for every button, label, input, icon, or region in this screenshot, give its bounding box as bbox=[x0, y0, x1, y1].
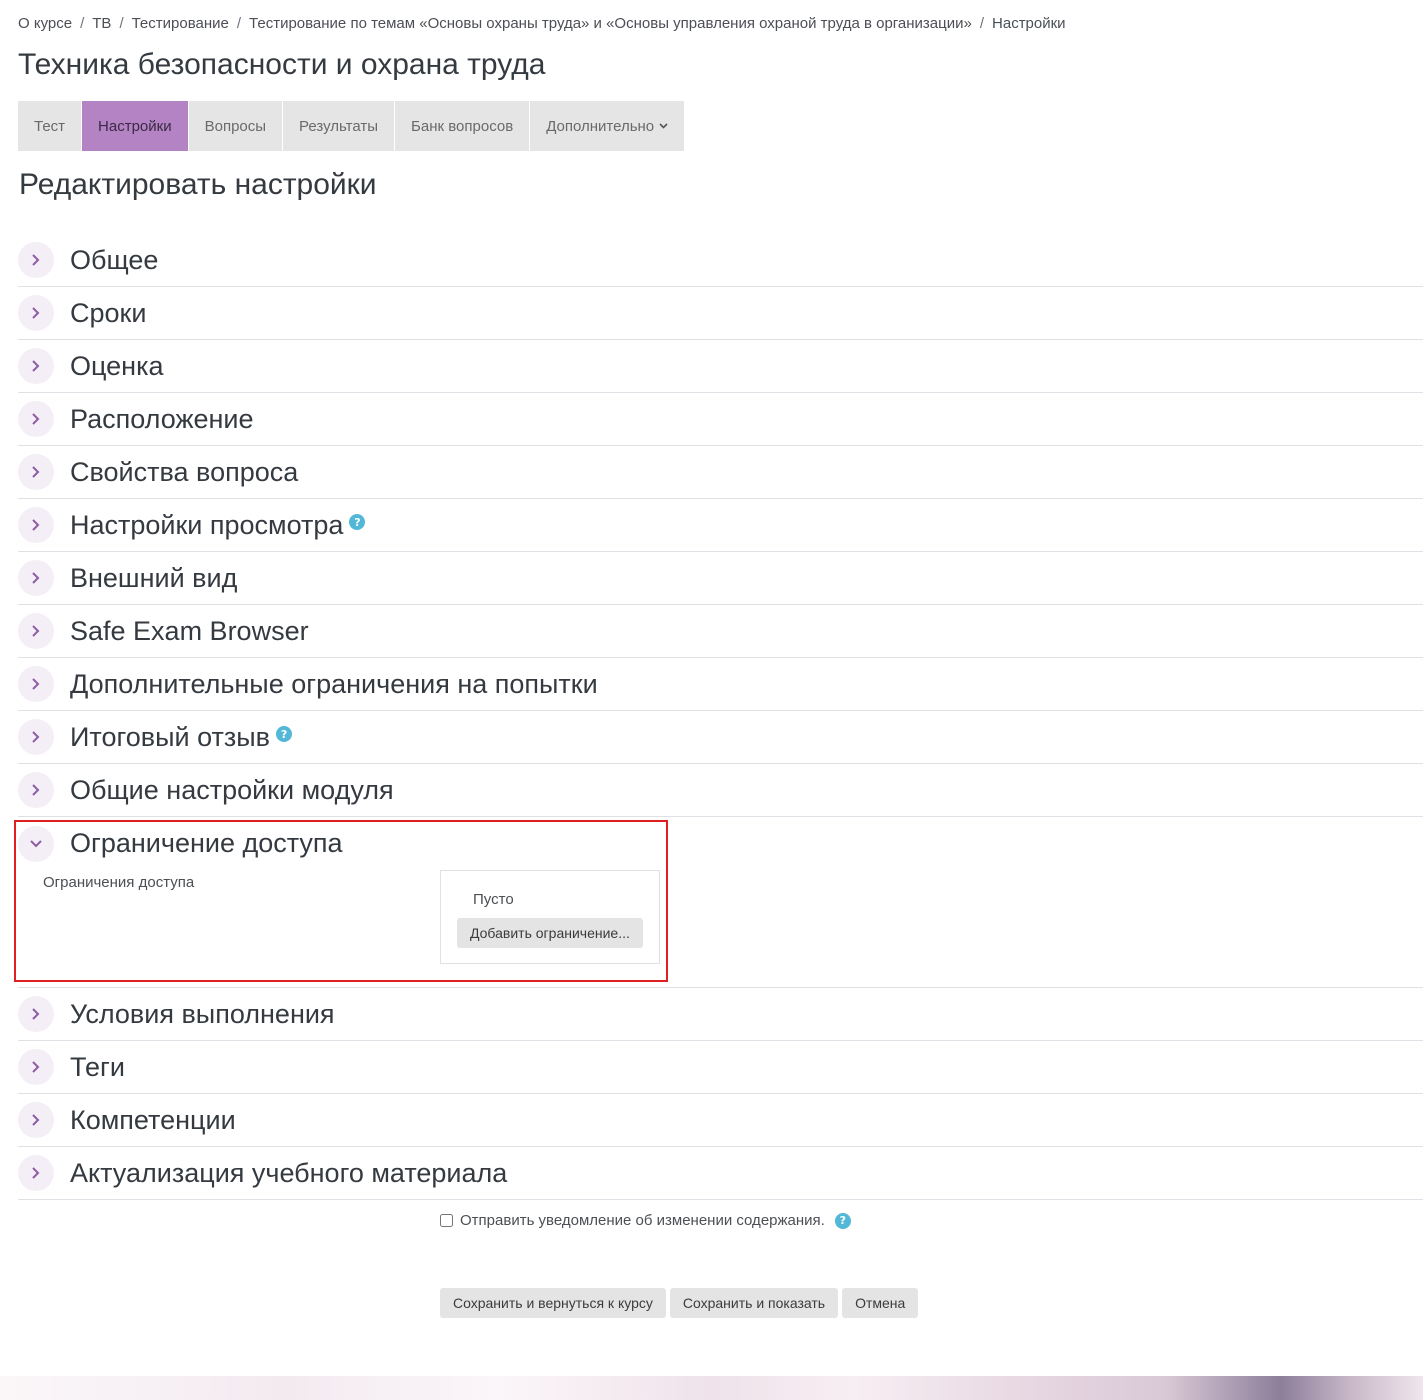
section-header[interactable]: Safe Exam Browser bbox=[18, 605, 1423, 658]
access-restrictions-label: Ограничения доступа bbox=[43, 874, 195, 891]
section-title: Общие настройки модуля bbox=[70, 774, 394, 805]
tab-questions[interactable]: Вопросы bbox=[188, 101, 284, 151]
section-access-restriction: Ограничение доступа Ограничения доступа … bbox=[18, 817, 1423, 988]
chevron-right-icon[interactable] bbox=[18, 1102, 54, 1138]
settings-sections: Общее Сроки Оценка Расположение Свойства воп… bbox=[18, 234, 1423, 1200]
section-header[interactable]: Общее bbox=[18, 234, 1423, 287]
chevron-right-icon[interactable] bbox=[18, 295, 54, 331]
breadcrumb: О курсе / ТВ / Тестирование / Тестирован… bbox=[18, 15, 1066, 32]
breadcrumb-separator: / bbox=[80, 15, 85, 32]
chevron-right-icon[interactable] bbox=[18, 401, 54, 437]
section-title: Расположение bbox=[70, 403, 254, 434]
chevron-right-icon[interactable] bbox=[18, 996, 54, 1032]
chevron-right-icon[interactable] bbox=[18, 507, 54, 543]
access-restriction-body: Ограничения доступа Пусто Добавить огран… bbox=[18, 870, 1423, 987]
tab-results[interactable]: Результаты bbox=[283, 101, 396, 151]
chevron-right-icon[interactable] bbox=[18, 242, 54, 278]
question-circle-icon[interactable]: ? bbox=[349, 514, 366, 530]
breadcrumb-current: Настройки bbox=[992, 15, 1066, 32]
tab-label: Результаты bbox=[299, 117, 379, 135]
chevron-right-icon[interactable] bbox=[18, 719, 54, 755]
course-title: Техника безопасности и охрана труда bbox=[18, 48, 546, 81]
chevron-right-icon[interactable] bbox=[18, 348, 54, 384]
tab-label: Вопросы bbox=[204, 117, 267, 135]
section-header[interactable]: Актуализация учебного материала bbox=[18, 1147, 1423, 1200]
breadcrumb-item-quiz[interactable]: Тестирование по темам «Основы охраны тру… bbox=[249, 15, 972, 32]
section-title: Компетенции bbox=[70, 1104, 236, 1135]
section-title: Дополнительные ограничения на попытки bbox=[70, 668, 598, 699]
chevron-down-icon bbox=[659, 123, 668, 129]
chevron-right-icon[interactable] bbox=[18, 772, 54, 808]
chevron-right-icon[interactable] bbox=[18, 613, 54, 649]
section-header-access-restriction[interactable]: Ограничение доступа bbox=[18, 817, 1423, 870]
section-title: Сроки bbox=[70, 297, 147, 328]
save-return-button[interactable]: Сохранить и вернуться к курсу bbox=[440, 1288, 666, 1318]
add-restriction-button[interactable]: Добавить ограничение... bbox=[457, 918, 643, 948]
tab-label: Настройки bbox=[98, 117, 172, 135]
notify-checkbox[interactable] bbox=[440, 1214, 453, 1227]
section-header[interactable]: Дополнительные ограничения на попытки bbox=[18, 658, 1423, 711]
section-header[interactable]: Оценка bbox=[18, 340, 1423, 393]
section-title: Актуализация учебного материала bbox=[70, 1157, 508, 1188]
chevron-right-icon[interactable] bbox=[18, 666, 54, 702]
footer-decoration bbox=[0, 1376, 1423, 1400]
restrictions-box: Пусто Добавить ограничение... bbox=[440, 870, 660, 964]
section-header[interactable]: Внешний вид bbox=[18, 552, 1423, 605]
section-header[interactable]: Расположение bbox=[18, 393, 1423, 446]
section-header[interactable]: Сроки bbox=[18, 287, 1423, 340]
section-header[interactable]: Общие настройки модуля bbox=[18, 764, 1423, 817]
chevron-right-icon[interactable] bbox=[18, 1049, 54, 1085]
breadcrumb-separator: / bbox=[119, 15, 124, 32]
question-circle-icon[interactable]: ? bbox=[834, 1212, 851, 1229]
section-title: Оценка bbox=[70, 350, 164, 381]
tab-label: Тест bbox=[34, 117, 66, 135]
chevron-right-icon[interactable] bbox=[18, 454, 54, 490]
tab-more[interactable]: Дополнительно bbox=[530, 101, 685, 151]
section-header[interactable]: Теги bbox=[18, 1041, 1423, 1094]
breadcrumb-item-testing[interactable]: Тестирование bbox=[132, 15, 229, 32]
section-title: Ограничение доступа bbox=[70, 828, 343, 858]
tab-bar: Тест Настройки Вопросы Результаты Банк в… bbox=[18, 101, 685, 151]
chevron-down-icon[interactable] bbox=[18, 825, 54, 862]
section-title: Свойства вопроса bbox=[70, 456, 299, 487]
restrictions-empty-text: Пусто bbox=[473, 891, 514, 908]
breadcrumb-separator: / bbox=[236, 15, 242, 32]
page-heading: Редактировать настройки bbox=[19, 168, 377, 201]
section-title: Условия выполнения bbox=[70, 998, 335, 1029]
tab-label: Дополнительно bbox=[546, 117, 655, 135]
breadcrumb-item-course[interactable]: О курсе bbox=[18, 15, 72, 32]
section-title: Safe Exam Browser bbox=[70, 615, 309, 646]
notify-row: Отправить уведомление об изменении содер… bbox=[440, 1212, 851, 1229]
breadcrumb-item-section[interactable]: ТВ bbox=[92, 15, 111, 32]
question-circle-icon[interactable]: ? bbox=[276, 726, 293, 742]
section-header[interactable]: Итоговый отзыв? bbox=[18, 711, 1423, 764]
tab-settings[interactable]: Настройки bbox=[82, 101, 189, 151]
chevron-right-icon[interactable] bbox=[18, 560, 54, 596]
breadcrumb-separator: / bbox=[979, 15, 985, 32]
tab-quiz[interactable]: Тест bbox=[18, 101, 83, 151]
section-title: Настройки просмотра bbox=[70, 509, 344, 540]
cancel-button[interactable]: Отмена bbox=[842, 1288, 919, 1318]
chevron-right-icon[interactable] bbox=[18, 1155, 54, 1191]
section-title: Итоговый отзыв bbox=[70, 721, 271, 752]
section-header[interactable]: Компетенции bbox=[18, 1094, 1423, 1147]
section-title: Внешний вид bbox=[70, 562, 238, 593]
form-actions: Сохранить и вернуться к курсу Сохранить … bbox=[440, 1288, 919, 1318]
save-display-button[interactable]: Сохранить и показать bbox=[669, 1288, 839, 1318]
tab-question-bank[interactable]: Банк вопросов bbox=[395, 101, 531, 151]
section-header[interactable]: Свойства вопроса bbox=[18, 446, 1423, 499]
section-title: Теги bbox=[70, 1051, 125, 1082]
section-title: Общее bbox=[70, 244, 159, 275]
notify-label: Отправить уведомление об изменении содер… bbox=[460, 1212, 825, 1229]
tab-label: Банк вопросов bbox=[411, 117, 514, 135]
section-header[interactable]: Настройки просмотра? bbox=[18, 499, 1423, 552]
section-header[interactable]: Условия выполнения bbox=[18, 988, 1423, 1041]
